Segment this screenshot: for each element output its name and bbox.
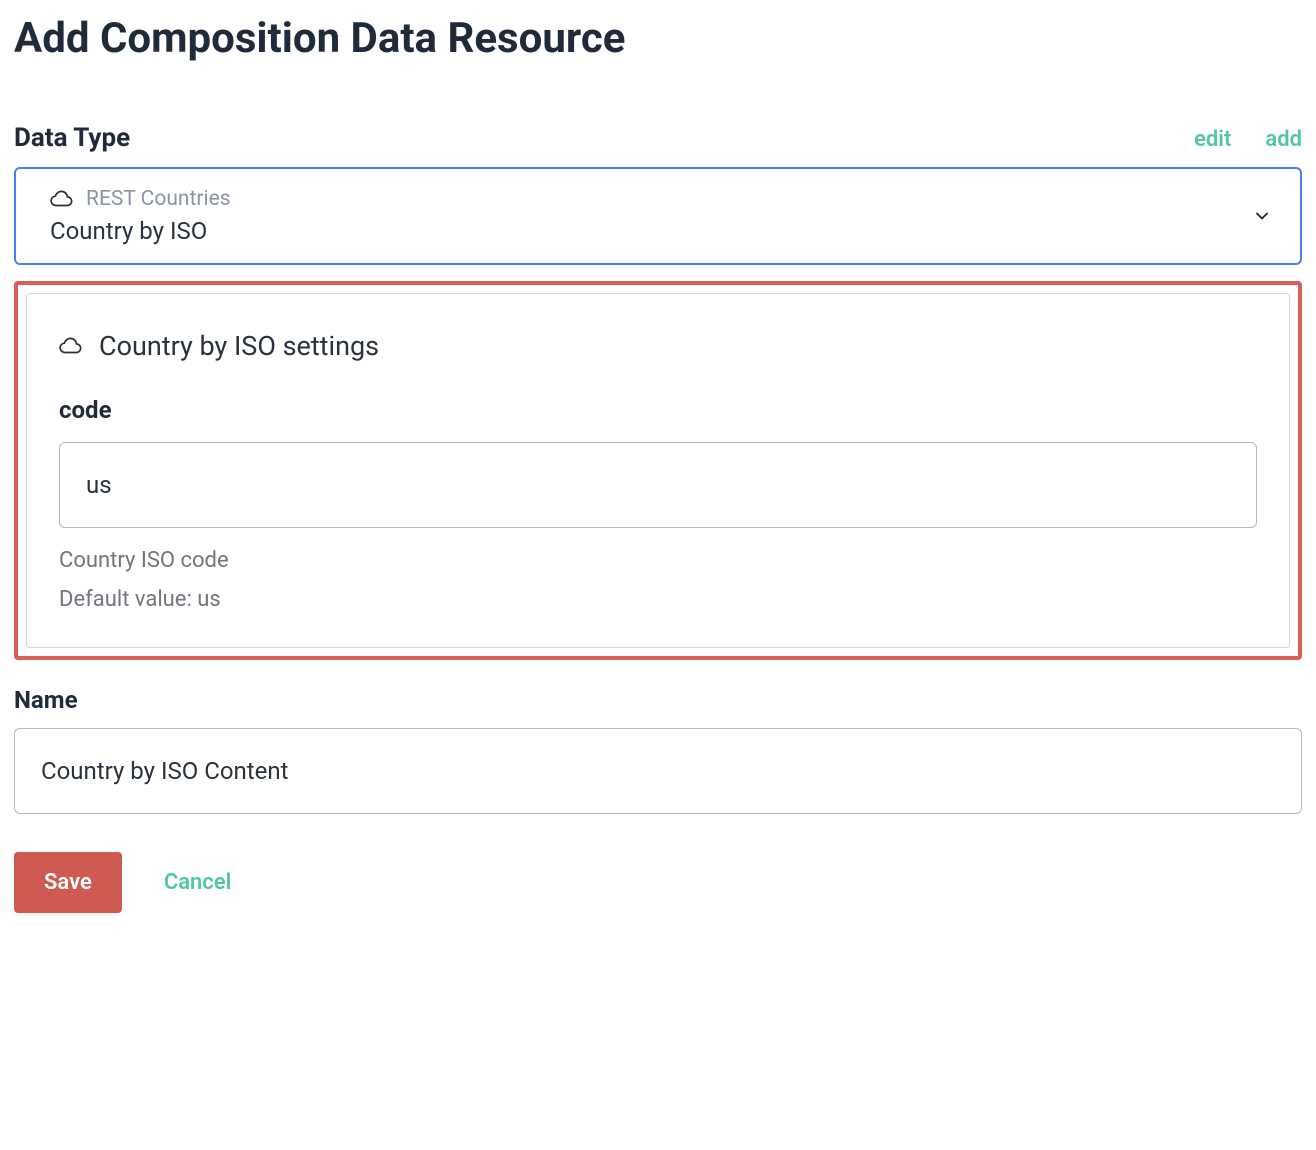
add-button[interactable]: add — [1265, 127, 1302, 152]
edit-button[interactable]: edit — [1194, 127, 1231, 152]
data-type-source: REST Countries — [50, 187, 231, 211]
data-type-value: Country by ISO — [50, 217, 231, 245]
code-help-2: Default value: us — [59, 581, 1257, 618]
page-title: Add Composition Data Resource — [14, 14, 1302, 63]
code-field: code Country ISO code Default value: us — [59, 396, 1257, 619]
name-input[interactable] — [14, 728, 1302, 814]
data-type-source-text: REST Countries — [86, 187, 231, 211]
cloud-icon — [50, 189, 76, 209]
name-section: Name — [14, 686, 1302, 814]
data-type-select-content: REST Countries Country by ISO — [50, 187, 231, 245]
code-input[interactable] — [59, 442, 1257, 528]
cloud-icon — [59, 336, 85, 356]
settings-panel: Country by ISO settings code Country ISO… — [26, 293, 1290, 648]
settings-highlight: Country by ISO settings code Country ISO… — [14, 281, 1302, 660]
data-type-actions: edit add — [1194, 127, 1302, 152]
save-button[interactable]: Save — [14, 852, 122, 913]
data-type-label: Data Type — [14, 123, 130, 153]
name-label: Name — [14, 686, 1302, 714]
cancel-button[interactable]: Cancel — [164, 870, 232, 895]
settings-title-text: Country by ISO settings — [99, 330, 379, 362]
data-type-select[interactable]: REST Countries Country by ISO — [14, 167, 1302, 265]
button-row: Save Cancel — [14, 852, 1302, 913]
code-help-1: Country ISO code — [59, 542, 1257, 579]
settings-title: Country by ISO settings — [59, 330, 1257, 362]
chevron-down-icon — [1252, 206, 1272, 226]
data-type-header: Data Type edit add — [14, 123, 1302, 153]
code-label: code — [59, 396, 1257, 424]
